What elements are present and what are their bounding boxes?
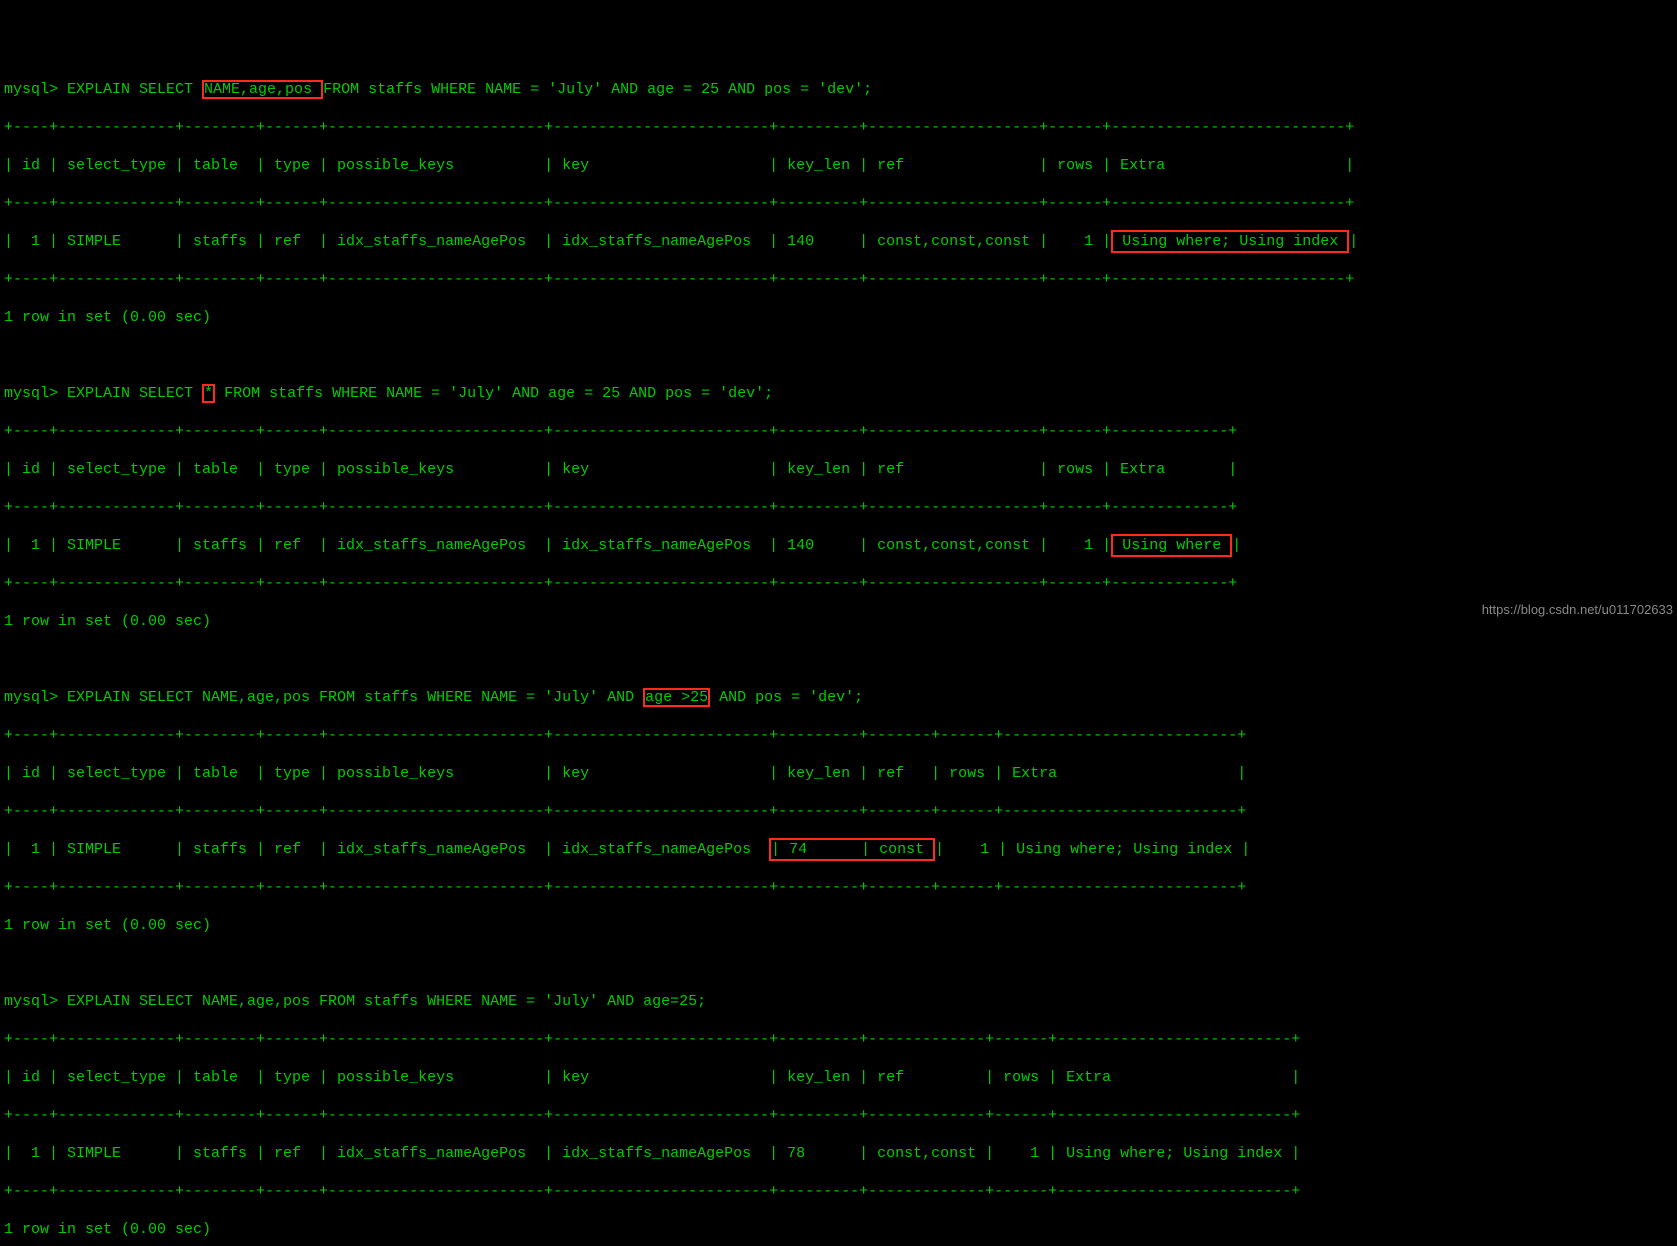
highlight-select-cols: NAME,age,pos [202, 80, 323, 99]
q1-cmd-post: FROM staffs WHERE NAME = 'July' AND age … [323, 81, 872, 98]
q2-row: | 1 | SIMPLE | staffs | ref | idx_staffs… [4, 536, 1677, 555]
q3-cmd-pre: EXPLAIN SELECT NAME,age,pos FROM staffs … [58, 689, 643, 706]
q1-row: | 1 | SIMPLE | staffs | ref | idx_staffs… [4, 232, 1677, 251]
mysql-prompt: mysql> [4, 689, 58, 706]
q3-sep-top: +----+-------------+--------+------+----… [4, 726, 1677, 745]
q4-sep-mid: +----+-------------+--------+------+----… [4, 1106, 1677, 1125]
q2-summary: 1 row in set (0.00 sec) [4, 612, 1677, 631]
q1-sep-mid: +----+-------------+--------+------+----… [4, 194, 1677, 213]
q1-sep-top: +----+-------------+--------+------+----… [4, 118, 1677, 137]
q3-row: | 1 | SIMPLE | staffs | ref | idx_staffs… [4, 840, 1677, 859]
q3-summary: 1 row in set (0.00 sec) [4, 916, 1677, 935]
q3-header: | id | select_type | table | type | poss… [4, 764, 1677, 783]
highlight-select-star: * [202, 384, 215, 403]
q3-row-post: | 1 | Using where; Using index | [935, 841, 1250, 858]
q1-row-post: | [1349, 233, 1358, 250]
q4-sep-bot: +----+-------------+--------+------+----… [4, 1182, 1677, 1201]
mysql-prompt: mysql> [4, 385, 58, 402]
query2-command: mysql> EXPLAIN SELECT * FROM staffs WHER… [4, 384, 1677, 403]
highlight-age-range: age >25 [643, 688, 710, 707]
q2-row-post: | [1232, 537, 1241, 554]
q3-cmd-post: AND pos = 'dev'; [710, 689, 863, 706]
q1-sep-bot: +----+-------------+--------+------+----… [4, 270, 1677, 289]
mysql-prompt: mysql> [4, 81, 58, 98]
q2-sep-bot: +----+-------------+--------+------+----… [4, 574, 1677, 593]
q4-row: | 1 | SIMPLE | staffs | ref | idx_staffs… [4, 1144, 1677, 1163]
q2-row-pre: | 1 | SIMPLE | staffs | ref | idx_staffs… [4, 537, 1111, 554]
q2-cmd-post: FROM staffs WHERE NAME = 'July' AND age … [215, 385, 773, 402]
q2-sep-top: +----+-------------+--------+------+----… [4, 422, 1677, 441]
q1-cmd-pre: EXPLAIN SELECT [58, 81, 202, 98]
q3-sep-mid: +----+-------------+--------+------+----… [4, 802, 1677, 821]
highlight-extra-using-where: Using where [1111, 534, 1232, 557]
query3-command: mysql> EXPLAIN SELECT NAME,age,pos FROM … [4, 688, 1677, 707]
q3-row-pre: | 1 | SIMPLE | staffs | ref | idx_staffs… [4, 841, 769, 858]
blank [4, 650, 1677, 669]
q2-sep-mid: +----+-------------+--------+------+----… [4, 498, 1677, 517]
highlight-keylen-ref: | 74 | const [769, 838, 935, 861]
query1-command: mysql> EXPLAIN SELECT NAME,age,pos FROM … [4, 80, 1677, 99]
q4-summary: 1 row in set (0.00 sec) [4, 1220, 1677, 1239]
q1-header: | id | select_type | table | type | poss… [4, 156, 1677, 175]
q4-header: | id | select_type | table | type | poss… [4, 1068, 1677, 1087]
q2-cmd-pre: EXPLAIN SELECT [58, 385, 202, 402]
q1-row-pre: | 1 | SIMPLE | staffs | ref | idx_staffs… [4, 233, 1111, 250]
blank [4, 954, 1677, 973]
mysql-prompt: mysql> [4, 993, 58, 1010]
q4-cmd: EXPLAIN SELECT NAME,age,pos FROM staffs … [58, 993, 706, 1010]
watermark: https://blog.csdn.net/u011702633 [1482, 600, 1673, 619]
blank [4, 346, 1677, 365]
q2-header: | id | select_type | table | type | poss… [4, 460, 1677, 479]
highlight-extra-using-index: Using where; Using index [1111, 230, 1349, 253]
q3-sep-bot: +----+-------------+--------+------+----… [4, 878, 1677, 897]
query4-command: mysql> EXPLAIN SELECT NAME,age,pos FROM … [4, 992, 1677, 1011]
q1-summary: 1 row in set (0.00 sec) [4, 308, 1677, 327]
q4-sep-top: +----+-------------+--------+------+----… [4, 1030, 1677, 1049]
